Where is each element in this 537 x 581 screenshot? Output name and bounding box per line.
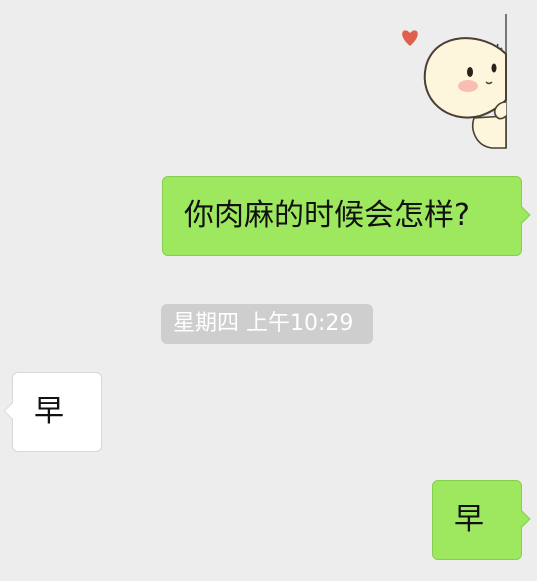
sticker-image[interactable]: [388, 12, 518, 150]
message-text: 早: [454, 502, 484, 537]
message-text: 早: [34, 394, 64, 429]
incoming-message-bubble[interactable]: 早: [3, 372, 102, 452]
outgoing-message-bubble[interactable]: 你肉麻的时候会怎样?: [162, 176, 531, 256]
message-timestamp: 星期四 上午10:29: [161, 304, 373, 344]
bubble-tail: [3, 402, 21, 420]
outgoing-message-bubble[interactable]: 早: [432, 480, 531, 560]
cute-character-peeking-icon: [402, 14, 507, 149]
message-text: 你肉麻的时候会怎样?: [184, 198, 470, 233]
bubble-tail: [513, 206, 531, 224]
bubble-tail: [513, 510, 531, 528]
